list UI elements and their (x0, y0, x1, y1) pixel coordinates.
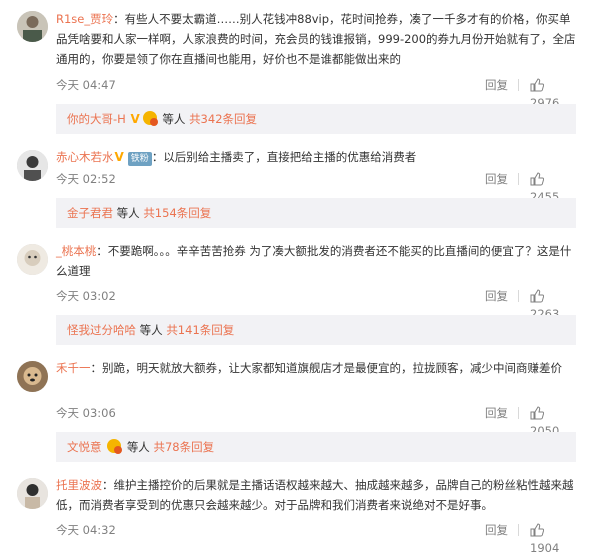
sub-reply-count[interactable]: 共141条回复 (166, 323, 234, 337)
sub-reply-summary[interactable]: 文悦意 等人 共78条回复 (56, 432, 576, 462)
comment-meta: 今天 03:02 回复 2263 (56, 287, 576, 321)
thumbs-up-icon (530, 406, 545, 420)
comment-time: 今天 04:47 (56, 78, 116, 92)
avatar[interactable] (17, 478, 48, 509)
sub-reply-user[interactable]: 怪我过分哈哈 (67, 323, 136, 337)
sub-reply-user[interactable]: 你的大哥-H (67, 112, 126, 126)
reply-button[interactable]: 回复 (485, 404, 508, 422)
comment-time: 今天 03:06 (56, 406, 116, 420)
comment-text: 不要跪啊。。。辛辛苦苦抢券 为了凑大额批发的消费者还不能买的比直播间的便宜了？这… (56, 244, 572, 278)
comment-username[interactable]: 赤心木若水 (56, 150, 114, 164)
sub-reply-summary[interactable]: 你的大哥-H V 等人 共342条回复 (56, 104, 576, 134)
sub-reply-count[interactable]: 共78条回复 (153, 440, 214, 454)
comment-meta: 今天 03:06 回复 2050 (56, 404, 576, 438)
reply-button[interactable]: 回复 (485, 287, 508, 305)
reply-button[interactable]: 回复 (485, 170, 508, 188)
sub-reply-summary[interactable]: 怪我过分哈哈 等人 共141条回复 (56, 315, 576, 345)
comment-username[interactable]: 托里波波 (56, 478, 102, 492)
comment-body: _桃本桃：不要跪啊。。。辛辛苦苦抢券 为了凑大额批发的消费者还不能买的比直播间的… (56, 244, 572, 278)
like-count: 1904 (530, 541, 560, 555)
sub-reply-suffix: 等人 (126, 440, 150, 454)
comment-body: 托里波波：维护主播控价的后果就是主播话语权越来越大、抽成越来越多，品牌自己的粉丝… (56, 478, 574, 512)
avatar[interactable] (17, 361, 48, 392)
verified-v-icon: V (130, 112, 140, 126)
comment-body: R1se_贾玲：有些人不要太霸道……别人花钱冲88vip，花时间抢券，凑了一千多… (56, 12, 576, 66)
divider (518, 290, 519, 302)
thumbs-up-icon (530, 523, 545, 537)
sub-reply-suffix: 等人 (116, 206, 140, 220)
thumbs-up-icon (530, 172, 545, 186)
like-button[interactable]: 1904 (530, 521, 576, 557)
reply-button[interactable]: 回复 (485, 521, 508, 539)
sub-reply-suffix: 等人 (139, 323, 163, 337)
comment-text: 有些人不要太霸道……别人花钱冲88vip，花时间抢券，凑了一千多才有的价格，你买… (56, 12, 576, 66)
sub-reply-user[interactable]: 文悦意 (67, 440, 102, 454)
sub-reply-suffix: 等人 (162, 112, 186, 126)
divider (518, 524, 519, 536)
comment-body: 赤心木若水V 铁粉 ：以后别给主播卖了，直接把给主播的优惠给消费者 (56, 147, 576, 167)
comment-username[interactable]: _桃本桃 (56, 244, 96, 258)
fan-badge: 铁粉 (127, 152, 152, 166)
avatar[interactable] (17, 11, 48, 42)
sub-reply-count[interactable]: 共154条回复 (143, 206, 211, 220)
avatar[interactable] (17, 244, 48, 275)
comment-username[interactable]: R1se_贾玲 (56, 12, 113, 26)
comment-text: 以后别给主播卖了，直接把给主播的优惠给消费者 (163, 150, 417, 164)
reply-button[interactable]: 回复 (485, 76, 508, 94)
sub-reply-summary[interactable]: 金子君君 等人 共154条回复 (56, 198, 576, 228)
verified-v-icon: V (114, 150, 124, 164)
divider (518, 173, 519, 185)
sub-reply-count[interactable]: 共342条回复 (189, 112, 257, 126)
comment-username[interactable]: 禾千一 (56, 361, 91, 375)
fan-emoji-icon (107, 439, 123, 454)
divider (518, 407, 519, 419)
comment-meta: 今天 04:32 回复 1904 (56, 521, 576, 555)
comment-time: 今天 04:32 (56, 523, 116, 537)
comment-body: 禾千一：别跪，明天就放大额券，让大家都知道旗舰店才是最便宜的，拉拢顾客，减少中间… (56, 361, 562, 375)
fan-emoji-icon (142, 111, 158, 126)
comment-time: 今天 02:52 (56, 172, 116, 186)
comment-meta: 今天 02:52 回复 2455 (56, 170, 576, 204)
comment-meta: 今天 04:47 回复 2976 (56, 76, 576, 110)
thumbs-up-icon (530, 78, 545, 92)
comment-text: 别跪，明天就放大额券，让大家都知道旗舰店才是最便宜的，拉拢顾客，减少中间商赚差价 (102, 361, 562, 375)
divider (518, 79, 519, 91)
comment-time: 今天 03:02 (56, 289, 116, 303)
sub-reply-user[interactable]: 金子君君 (67, 206, 113, 220)
avatar[interactable] (17, 150, 48, 181)
comment-text: 维护主播控价的后果就是主播话语权越来越大、抽成越来越多，品牌自己的粉丝粘性越来越… (56, 478, 574, 512)
thumbs-up-icon (530, 289, 545, 303)
